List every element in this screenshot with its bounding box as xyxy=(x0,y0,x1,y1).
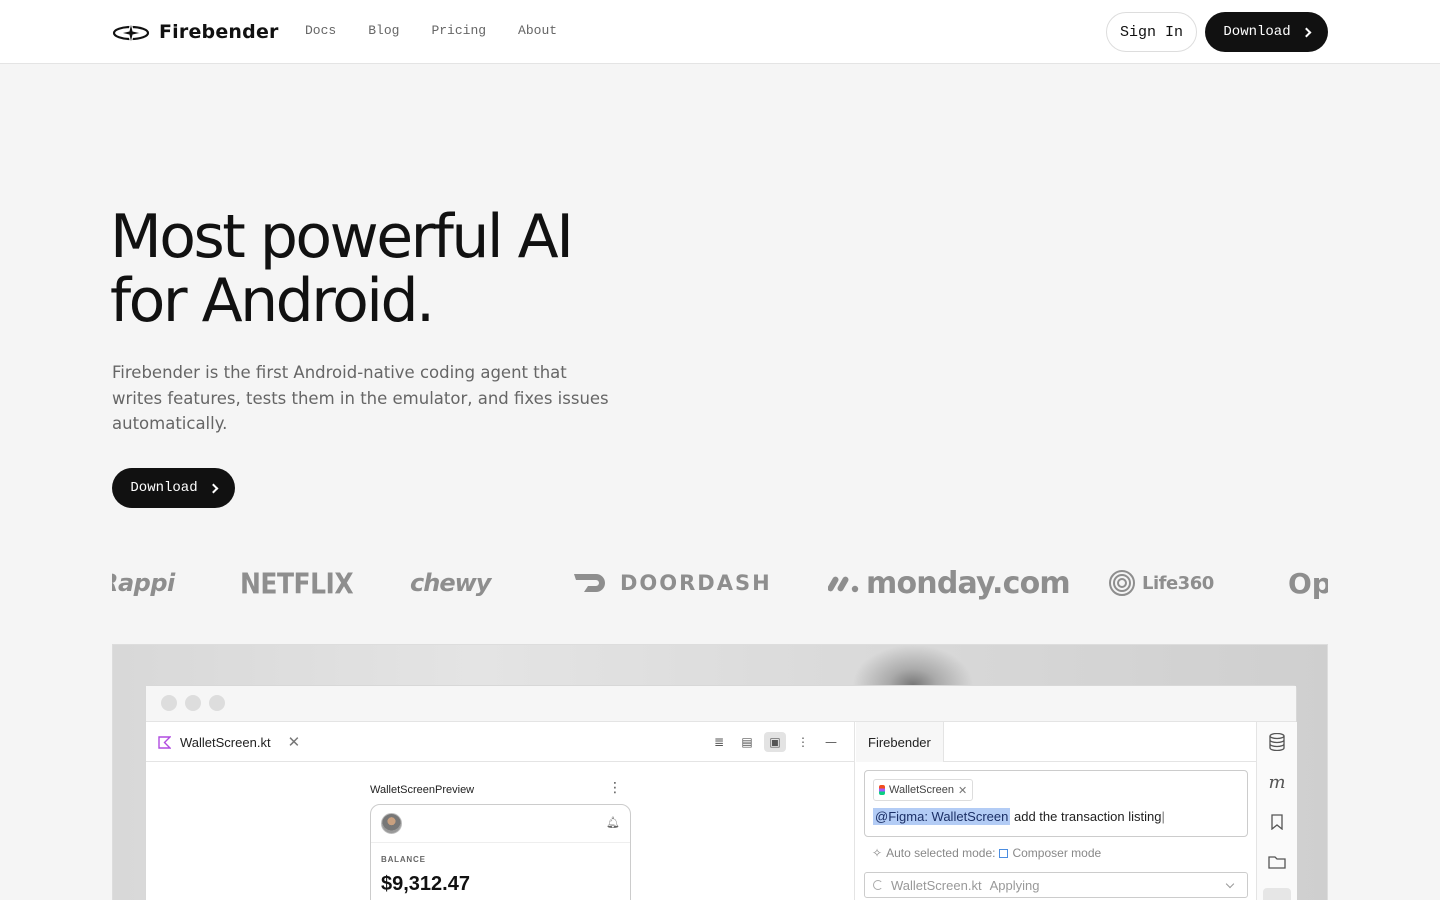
nav-link-blog[interactable]: Blog xyxy=(368,23,399,38)
chevron-down-icon[interactable] xyxy=(1225,879,1235,888)
minimize-icon[interactable]: — xyxy=(820,732,842,752)
nav-links: Docs Blog Pricing About xyxy=(305,23,589,38)
logo-life360-group: Life360 xyxy=(1108,558,1214,608)
life360-icon xyxy=(1109,570,1135,596)
context-chip-label: WalletScreen xyxy=(889,784,955,796)
spinner-icon xyxy=(873,880,883,890)
nav-download-label: Download xyxy=(1223,24,1291,40)
split-view-icon[interactable]: ▤ xyxy=(736,732,758,752)
close-icon[interactable]: ✕ xyxy=(958,784,967,797)
customer-logo-strip: Rappi NETFLIX chewy DOORDASH monday.com … xyxy=(112,558,1328,608)
prompt-text: add the transaction listing xyxy=(1014,809,1162,824)
apply-status-bar[interactable]: WalletScreen.kt Applying xyxy=(864,872,1248,898)
chat-tab[interactable]: Firebender xyxy=(856,722,944,762)
top-navbar: Firebender Docs Blog Pricing About Sign … xyxy=(0,0,1440,64)
logo-life360: Life360 xyxy=(1142,572,1214,594)
mode-prefix: Auto selected mode: xyxy=(886,846,996,860)
design-view-icon[interactable]: ▣ xyxy=(764,732,786,752)
logo-doordash: DOORDASH xyxy=(620,571,772,595)
balance-label: BALANCE xyxy=(381,855,426,864)
window-titlebar xyxy=(146,686,1296,722)
composer-mode-icon xyxy=(999,848,1009,858)
chevron-right-icon xyxy=(1301,27,1312,37)
hero-subtitle: Firebender is the first Android-native c… xyxy=(112,363,609,433)
kotlin-file-icon xyxy=(158,735,171,749)
window-close-dot[interactable] xyxy=(161,695,177,711)
phone-preview: 🔔︎ BALANCE $9,312.47 xyxy=(370,804,631,900)
context-chip[interactable]: WalletScreen ✕ xyxy=(873,779,974,801)
logo-monday-group: monday.com xyxy=(828,558,1071,608)
hero-download-label: Download xyxy=(130,480,198,496)
hero-title-line-1: Most powerful AI xyxy=(110,202,574,272)
brand-name: Firebender xyxy=(159,21,279,43)
hero-title-line-2: for Android. xyxy=(110,266,435,336)
window-zoom-dot[interactable] xyxy=(209,695,225,711)
brand-logo[interactable]: Firebender xyxy=(112,20,279,44)
sign-in-button[interactable]: Sign In xyxy=(1106,12,1197,52)
bookmark-icon[interactable] xyxy=(1267,812,1287,832)
doordash-icon xyxy=(574,574,605,592)
balance-value: $9,312.47 xyxy=(381,873,470,895)
database-icon[interactable] xyxy=(1267,732,1287,752)
more-vertical-icon[interactable]: ⋮ xyxy=(608,780,622,796)
m-icon[interactable]: m xyxy=(1267,772,1287,793)
editor-pane: WalletScreen.kt ✕ ≣ ▤ ▣ ⋮ — WalletScreen… xyxy=(146,722,855,900)
nav-link-docs[interactable]: Docs xyxy=(305,23,336,38)
hero-download-button[interactable]: Download xyxy=(112,468,235,508)
right-tool-rail: m xyxy=(1256,722,1297,900)
prompt-input[interactable]: @Figma: WalletScreen add the transaction… xyxy=(873,808,1165,825)
logo-partial: Op xyxy=(1288,566,1328,600)
monday-icon xyxy=(828,576,859,593)
chat-composer[interactable]: WalletScreen ✕ @Figma: WalletScreen add … xyxy=(864,770,1248,837)
sign-in-label: Sign In xyxy=(1119,23,1183,41)
nav-link-pricing[interactable]: Pricing xyxy=(431,23,486,38)
sparkle-icon: ✧ xyxy=(872,846,883,860)
file-tab[interactable]: WalletScreen.kt ✕ xyxy=(158,722,300,762)
ide-window: WalletScreen.kt ✕ ≣ ▤ ▣ ⋮ — WalletScreen… xyxy=(145,685,1297,900)
firebender-logo-icon xyxy=(112,21,150,44)
status-file: WalletScreen.kt xyxy=(891,877,982,893)
chevron-right-icon xyxy=(208,483,219,493)
logo-netflix: NETFLIX xyxy=(240,566,354,600)
firebender-panel-icon[interactable] xyxy=(1263,888,1291,900)
logo-chewy: chewy xyxy=(410,569,491,597)
preview-label: WalletScreenPreview xyxy=(370,784,475,796)
code-view-icon[interactable]: ≣ xyxy=(708,732,730,752)
logo-rappi: Rappi xyxy=(112,569,175,597)
logo-doordash-group: DOORDASH xyxy=(572,558,772,608)
folder-icon[interactable] xyxy=(1267,852,1287,872)
hero-title: Most powerful AI for Android. xyxy=(110,205,710,333)
logo-monday: monday.com xyxy=(866,565,1071,601)
chat-tabbar: Firebender xyxy=(856,722,1256,762)
product-showcase: WalletScreen.kt ✕ ≣ ▤ ▣ ⋮ — WalletScreen… xyxy=(112,644,1328,900)
mode-indicator: ✧ Auto selected mode: Composer mode xyxy=(872,846,1101,860)
phone-header: 🔔︎ xyxy=(371,805,630,843)
nav-download-button[interactable]: Download xyxy=(1205,12,1328,52)
editor-tabbar: WalletScreen.kt ✕ ≣ ▤ ▣ ⋮ — xyxy=(146,722,854,762)
avatar xyxy=(381,813,402,834)
nav-link-about[interactable]: About xyxy=(518,23,557,38)
close-icon[interactable]: ✕ xyxy=(288,733,301,751)
more-vertical-icon[interactable]: ⋮ xyxy=(792,732,814,752)
text-cursor: | xyxy=(1161,809,1165,824)
status-text: Applying xyxy=(989,877,1040,893)
mode-name: Composer mode xyxy=(1012,846,1102,860)
editor-toolbar: ≣ ▤ ▣ ⋮ — xyxy=(708,732,842,752)
figma-icon xyxy=(879,785,885,795)
file-tab-label: WalletScreen.kt xyxy=(180,734,271,750)
figma-mention: @Figma: WalletScreen xyxy=(873,808,1011,825)
firebender-chat-pane: Firebender WalletScreen ✕ @Figma: Wallet… xyxy=(856,722,1256,900)
window-minimize-dot[interactable] xyxy=(185,695,201,711)
bell-icon: 🔔︎ xyxy=(606,816,620,829)
